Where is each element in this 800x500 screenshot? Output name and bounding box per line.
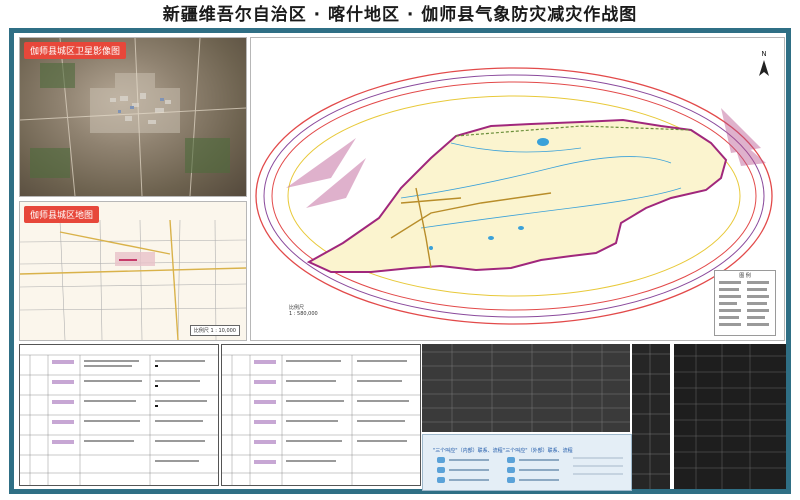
map-legend: 图 例	[714, 270, 776, 336]
external-flow-caption: "三个叫应"（外部）联系、流程	[503, 448, 573, 454]
scale-value: 1 : 580,000	[289, 311, 318, 317]
table-grid-left	[20, 354, 218, 485]
poster-body: 伽师县城区卫星影像图 伽师县城区地图 比例尺 1: 10,000 N 比例尺 …	[14, 33, 786, 491]
satellite-inset-label: 伽师县城区卫星影像图	[24, 42, 127, 59]
dark-table-grid-b	[632, 344, 670, 489]
phone-icon	[437, 467, 445, 473]
dark-table-grid-c	[674, 344, 786, 489]
radar-fan-west	[286, 138, 366, 208]
city-map-inset: 伽师县城区地图 比例尺 1 : 10,000	[19, 201, 247, 341]
radar-fan-east	[721, 108, 766, 166]
satellite-inset: 伽师县城区卫星影像图	[19, 37, 247, 197]
info-table-right	[221, 344, 421, 486]
legend-title: 图 例	[739, 273, 751, 279]
phone-icon	[507, 477, 515, 483]
main-map-scale: 比例尺 1 : 580,000	[289, 305, 318, 317]
county-main-map: N 比例尺 1 : 580,000 图 例	[250, 37, 785, 341]
north-label: N	[761, 50, 766, 58]
phone-icon	[507, 457, 515, 463]
poster-frame: 伽师县城区卫星影像图 伽师县城区地图 比例尺 1: 10,000 N 比例尺 …	[9, 28, 791, 494]
call-response-panel: "三个叫应"（内部）联系、流程 "三个叫应"（外部）联系、流程	[422, 434, 632, 491]
phone-icon	[437, 457, 445, 463]
info-table-left	[19, 344, 219, 486]
internal-flow-caption: "三个叫应"（内部）联系、流程	[433, 448, 503, 454]
phone-icon	[507, 467, 515, 473]
north-arrow-icon	[759, 60, 769, 76]
data-table-dark-b	[632, 344, 670, 489]
page-title: 新疆维吾尔自治区 · 喀什地区 · 伽师县气象防灾减灾作战图	[162, 5, 638, 25]
phone-icon	[437, 477, 445, 483]
satellite-image	[20, 38, 246, 196]
county-boundary	[306, 118, 728, 273]
county-map-svg: N	[255, 50, 773, 325]
table-grid-right	[222, 354, 420, 485]
city-map-scale: 比例尺 1 : 10,000	[189, 325, 240, 336]
data-table-dark-a	[422, 344, 630, 432]
city-map-inset-label: 伽师县城区地图	[24, 206, 100, 223]
dark-table-grid-a	[422, 344, 630, 432]
data-table-dark-c	[674, 344, 786, 489]
